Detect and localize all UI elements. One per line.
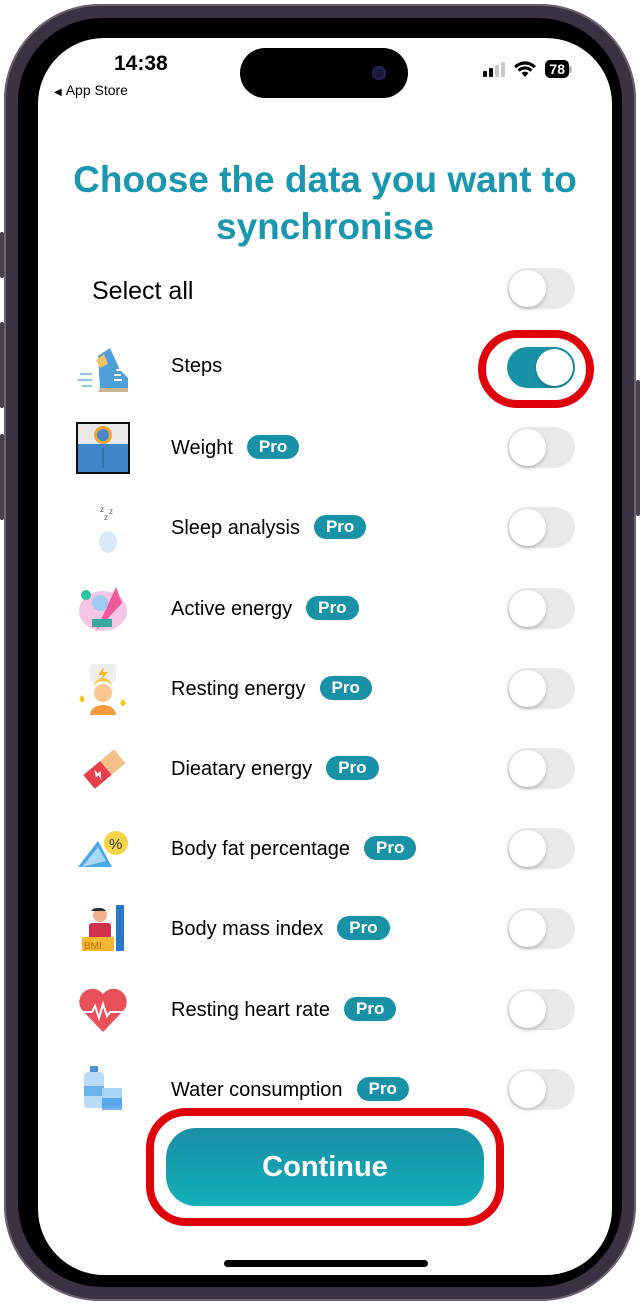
home-indicator[interactable] bbox=[224, 1260, 428, 1267]
item-label: Water consumption Pro bbox=[171, 1076, 409, 1102]
item-toggle[interactable] bbox=[507, 507, 575, 549]
item-label: Resting heart rate Pro bbox=[171, 996, 397, 1022]
list-item: Dieatary energy Pro bbox=[38, 739, 612, 799]
item-toggle[interactable] bbox=[507, 427, 575, 469]
pro-badge: Pro bbox=[306, 595, 359, 620]
running-shoe-icon bbox=[76, 342, 130, 394]
item-label: Dieatary energy Pro bbox=[171, 756, 379, 781]
svg-text:z: z bbox=[109, 507, 113, 516]
cellular-signal-icon bbox=[483, 61, 506, 77]
item-toggle[interactable] bbox=[507, 988, 575, 1030]
item-label: Body mass index Pro bbox=[171, 916, 390, 941]
item-label: Body fat percentage Pro bbox=[171, 836, 417, 861]
camera-icon bbox=[372, 66, 386, 80]
list-item: z z z Sleep analysis Pro bbox=[38, 498, 612, 558]
select-all-label: Select all bbox=[92, 277, 194, 305]
svg-text:BMI: BMI bbox=[84, 941, 102, 952]
pro-badge: Pro bbox=[364, 836, 417, 861]
battery-level: 78 bbox=[545, 60, 569, 78]
list-item: Resting energy Pro bbox=[38, 659, 612, 719]
svg-text:z: z bbox=[104, 513, 108, 522]
screen: 14:38 ◀ App Store 78 Choose the data you … bbox=[38, 38, 612, 1275]
back-label: App Store bbox=[65, 82, 128, 98]
item-toggle[interactable] bbox=[507, 748, 575, 789]
item-toggle[interactable] bbox=[507, 908, 575, 950]
item-toggle[interactable] bbox=[507, 828, 575, 870]
pro-badge: Pro bbox=[319, 675, 372, 700]
battery-icon: 78 bbox=[545, 60, 572, 78]
item-label: Resting energy Pro bbox=[171, 675, 372, 701]
status-icons: 78 bbox=[483, 60, 572, 78]
item-label: Weight Pro bbox=[171, 435, 300, 460]
body-fat-icon: % bbox=[76, 823, 130, 875]
item-label: Sleep analysis Pro bbox=[171, 515, 367, 540]
wifi-icon bbox=[514, 61, 537, 77]
item-toggle[interactable] bbox=[507, 1068, 575, 1110]
volume-up-button bbox=[0, 322, 4, 408]
pro-badge: Pro bbox=[337, 916, 390, 941]
scale-icon bbox=[76, 422, 130, 475]
bmi-icon: BMI bbox=[76, 903, 130, 955]
svg-text:%: % bbox=[109, 836, 122, 853]
pro-badge: Pro bbox=[326, 756, 379, 780]
volume-down-button bbox=[0, 434, 4, 520]
item-label: Active energy Pro bbox=[171, 595, 359, 621]
moon-sleep-icon: zzz bbox=[76, 502, 130, 554]
resting-energy-icon bbox=[76, 663, 130, 715]
status-time: 14:38 bbox=[114, 52, 168, 75]
select-all-toggle[interactable] bbox=[507, 268, 575, 309]
back-arrow-icon: ◀ bbox=[54, 87, 62, 98]
item-label: Steps bbox=[171, 355, 223, 377]
list-item: Weight Pro bbox=[38, 418, 612, 478]
list-item: BMI Body mass index Pro bbox=[38, 899, 612, 959]
list-item: Steps bbox=[38, 338, 612, 398]
pro-badge: Pro bbox=[246, 435, 300, 460]
page-title: Choose the data you want to synchronise bbox=[73, 159, 577, 247]
pro-badge: Pro bbox=[343, 996, 397, 1021]
item-toggle[interactable] bbox=[507, 587, 575, 629]
list-item: % Body fat percentage Pro bbox=[38, 819, 612, 879]
continue-button[interactable]: Continue bbox=[166, 1128, 484, 1206]
back-to-app-store[interactable]: ◀ App Store bbox=[54, 82, 128, 98]
list-fade bbox=[38, 1106, 612, 1126]
side-button bbox=[636, 380, 640, 516]
item-toggle[interactable] bbox=[507, 667, 575, 709]
energy-bar-icon bbox=[76, 743, 130, 795]
active-energy-icon bbox=[76, 583, 130, 635]
pro-badge: Pro bbox=[356, 1076, 409, 1101]
list-item: Resting heart rate Pro bbox=[38, 980, 612, 1040]
action-button bbox=[0, 232, 4, 278]
dynamic-island bbox=[240, 48, 408, 98]
heart-rate-icon bbox=[76, 984, 130, 1036]
item-toggle[interactable] bbox=[507, 347, 575, 388]
list-item: Active energy Pro bbox=[38, 579, 612, 639]
pro-badge: Pro bbox=[313, 515, 367, 540]
